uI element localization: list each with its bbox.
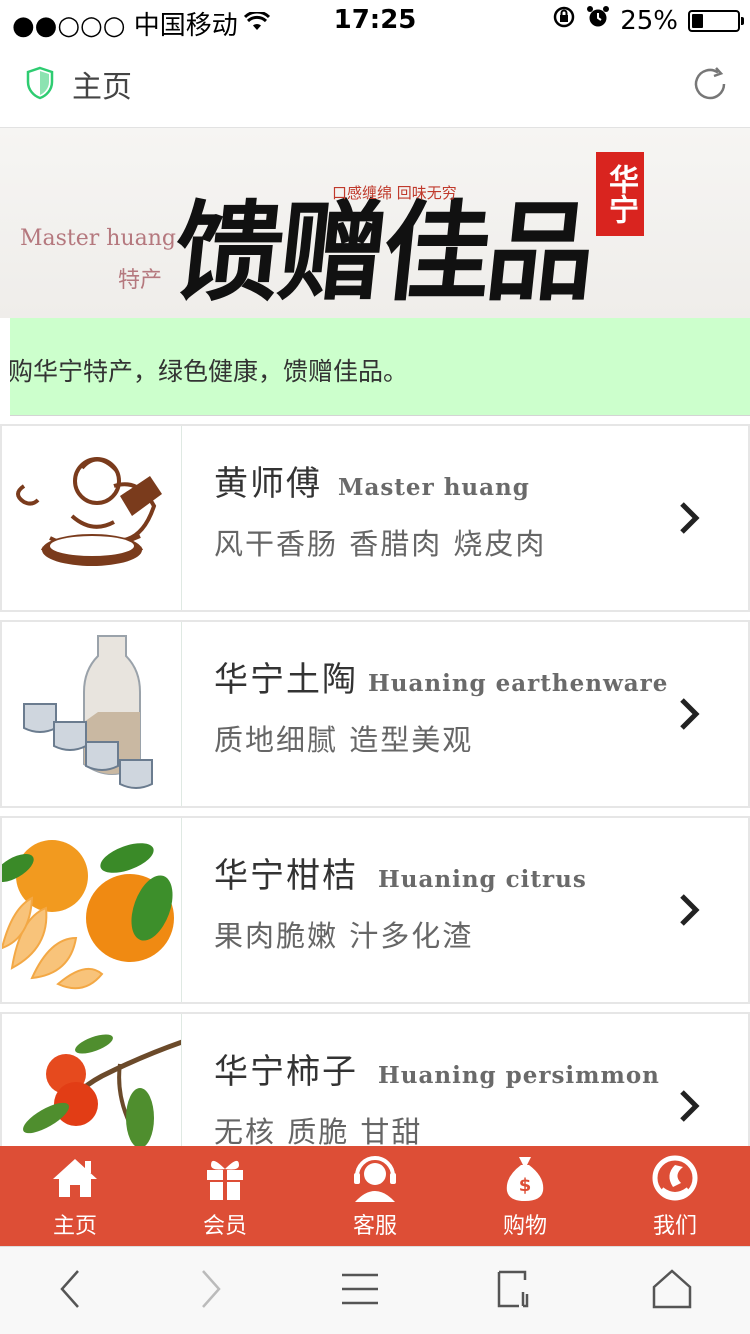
bottom-tab-bar: 主页 会员 客服 $ 购物 我们 [0, 1146, 750, 1246]
tabs-icon[interactable] [497, 1270, 535, 1312]
product-english-name: Huaning earthenware [368, 670, 669, 697]
alarm-icon [586, 5, 610, 36]
chevron-right-icon [678, 500, 702, 540]
home-icon [0, 1154, 150, 1202]
product-item-citrus[interactable]: 华宁柑桔 Huaning citrus 果肉脆嫩 汁多化渣 [0, 816, 750, 1004]
product-english-name: Master huang [338, 474, 530, 501]
rotation-lock-icon [552, 5, 576, 36]
banner-seal: 华宁 [596, 152, 644, 236]
tab-about[interactable]: 我们 [600, 1146, 750, 1246]
banner-slogan: 口感缠绵 回味无穷 [332, 184, 457, 202]
product-info: 华宁柑桔 Huaning citrus 果肉脆嫩 汁多化渣 [214, 848, 587, 955]
tab-label: 客服 [352, 1214, 397, 1239]
product-name: 华宁柑桔 [214, 856, 358, 896]
money-bag-icon: $ [450, 1154, 600, 1202]
notice-marquee: 购华宁特产，绿色健康，馈赠佳品。 [10, 318, 750, 416]
product-english-name: Huaning citrus [378, 866, 587, 893]
refresh-icon[interactable] [690, 64, 730, 108]
promo-banner[interactable]: Master huang 特产 馈赠佳品 口感缠绵 回味无穷 华宁 [0, 128, 750, 318]
product-name: 黄师傅 [214, 464, 322, 504]
about-icon [600, 1154, 750, 1202]
product-item-master-huang[interactable]: 黄师傅 Master huang 风干香肠 香腊肉 烧皮肉 [0, 424, 750, 612]
notice-text: 购华宁特产，绿色健康，馈赠佳品。 [10, 357, 409, 386]
product-english-name: Huaning persimmon [378, 1062, 660, 1089]
product-name: 华宁土陶 [214, 660, 358, 700]
product-description: 风干香肠 香腊肉 烧皮肉 [214, 527, 547, 561]
pottery-image [2, 622, 182, 806]
battery-icon [688, 9, 744, 32]
banner-subtitle: 特产 [118, 268, 163, 293]
tab-service[interactable]: 客服 [300, 1146, 450, 1246]
svg-text:$: $ [519, 1175, 532, 1196]
tab-home[interactable]: 主页 [0, 1146, 150, 1246]
shield-icon [26, 66, 54, 104]
forward-arrow-icon[interactable] [199, 1269, 223, 1313]
tab-shopping[interactable]: $ 购物 [450, 1146, 600, 1246]
product-description: 无核 质脆 甘甜 [214, 1115, 423, 1149]
tab-label: 购物 [502, 1214, 547, 1239]
product-info: 华宁土陶 Huaning earthenware 质地细腻 造型美观 [214, 652, 668, 759]
tab-label: 主页 [52, 1214, 97, 1239]
home-outline-icon[interactable] [652, 1268, 692, 1313]
chevron-right-icon [678, 892, 702, 932]
app-header: 主页 [0, 40, 750, 128]
chevron-right-icon [678, 1088, 702, 1128]
product-description: 果肉脆嫩 汁多化渣 [214, 919, 474, 953]
back-arrow-icon[interactable] [58, 1269, 82, 1313]
citrus-image [2, 818, 182, 1002]
product-item-earthenware[interactable]: 华宁土陶 Huaning earthenware 质地细腻 造型美观 [0, 620, 750, 808]
tab-label: 我们 [652, 1214, 697, 1239]
browser-toolbar [0, 1246, 750, 1334]
tab-member[interactable]: 会员 [150, 1146, 300, 1246]
product-info: 华宁柿子 Huaning persimmon 无核 质脆 甘甜 [214, 1044, 660, 1151]
tab-label: 会员 [202, 1214, 247, 1239]
status-bar: ●●○○○ 中国移动 17:25 25% [0, 0, 750, 41]
banner-english-text: Master huang [20, 226, 177, 251]
status-right: 25% [552, 5, 744, 36]
gift-icon [150, 1154, 300, 1202]
battery-percent: 25% [620, 5, 678, 36]
support-icon [300, 1154, 450, 1202]
chevron-right-icon [678, 696, 702, 736]
product-name: 华宁柿子 [214, 1052, 358, 1092]
product-info: 黄师傅 Master huang 风干香肠 香腊肉 烧皮肉 [214, 456, 546, 563]
menu-icon[interactable] [340, 1272, 380, 1310]
page-title: 主页 [72, 70, 132, 105]
product-description: 质地细腻 造型美观 [214, 723, 474, 757]
chef-logo-image [2, 426, 182, 610]
